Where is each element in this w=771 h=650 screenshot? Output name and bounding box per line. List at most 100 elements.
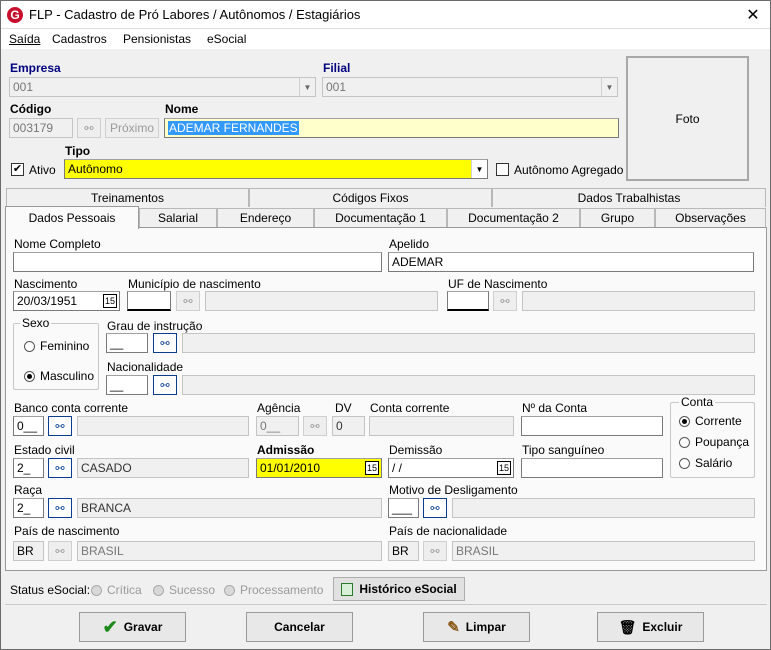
estado-civil-label: Estado civil <box>14 443 75 457</box>
tipo-label: Tipo <box>65 144 91 158</box>
uf-code-field[interactable] <box>447 291 489 311</box>
proximo-button[interactable]: Próximo <box>105 118 159 138</box>
calendar-icon[interactable]: 15 <box>103 294 117 308</box>
chevron-down-icon: ▼ <box>601 78 617 96</box>
tab-dados-trabalhistas[interactable]: Dados Trabalhistas <box>492 188 766 207</box>
window-title: FLP - Cadastro de Pró Labores / Autônomo… <box>29 7 361 22</box>
num-conta-field[interactable] <box>521 416 663 436</box>
menu-pensionistas[interactable]: Pensionistas <box>123 32 191 46</box>
binoculars-icon[interactable]: ⚯ <box>48 416 72 436</box>
tab-documentacao-1[interactable]: Documentação 1 <box>314 208 447 227</box>
motivo-code-field[interactable]: ___ <box>388 498 419 518</box>
empresa-select[interactable]: 001 ▼ <box>9 77 316 97</box>
tab-codigos-fixos[interactable]: Códigos Fixos <box>249 188 492 207</box>
pais-nac-label: País de nacionalidade <box>389 524 508 538</box>
gravar-button[interactable]: ✔ Gravar <box>79 612 186 642</box>
binoculars-icon[interactable]: ⚯ <box>48 541 72 561</box>
binoculars-icon[interactable]: ⚯ <box>48 498 72 518</box>
masculino-radio[interactable]: Masculino <box>24 369 94 383</box>
num-conta-label: Nº da Conta <box>522 401 588 415</box>
binoculars-icon[interactable]: ⚯ <box>303 416 327 436</box>
poupanca-radio[interactable]: Poupança <box>679 435 749 449</box>
binoculars-icon[interactable]: ⚯ <box>48 458 72 478</box>
status-critica: Crítica <box>91 583 142 597</box>
nacionalidade-label: Nacionalidade <box>107 360 184 374</box>
admissao-label: Admissão <box>257 443 315 457</box>
tipo-sanguineo-field[interactable] <box>521 458 663 478</box>
pais-nac-name-field: BRASIL <box>452 541 755 561</box>
tab-panel <box>5 227 767 571</box>
apelido-label: Apelido <box>389 237 430 251</box>
motivo-name-field <box>452 498 755 518</box>
binoculars-icon[interactable]: ⚯ <box>77 118 101 138</box>
limpar-button[interactable]: ✎ Limpar <box>423 612 530 642</box>
tab-dados-pessoais[interactable]: Dados Pessoais <box>5 206 139 229</box>
nome-completo-field[interactable] <box>13 252 382 272</box>
nascimento-field[interactable]: 20/03/1951 15 <box>13 291 120 311</box>
tipo-value: Autônomo <box>68 162 123 176</box>
close-icon[interactable]: ✕ <box>741 5 765 25</box>
cancelar-button[interactable]: Cancelar <box>246 612 353 642</box>
grau-code-field[interactable]: __ <box>106 333 148 353</box>
dv-field[interactable]: 0 <box>332 416 365 436</box>
status-sucesso: Sucesso <box>153 583 215 597</box>
agregado-checkbox[interactable] <box>496 163 509 176</box>
tab-documentacao-2[interactable]: Documentação 2 <box>447 208 580 227</box>
binoculars-icon[interactable]: ⚯ <box>153 375 177 395</box>
status-dot-icon <box>224 584 235 596</box>
uf-name-field <box>522 291 755 311</box>
check-icon: ✔ <box>102 616 118 637</box>
tipo-select[interactable]: Autônomo ▼ <box>64 159 488 179</box>
grau-label: Grau de instrução <box>107 319 203 333</box>
tab-observacoes[interactable]: Observações <box>655 208 766 227</box>
salario-radio[interactable]: Salário <box>679 456 732 470</box>
tipo-sanguineo-label: Tipo sanguíneo <box>522 443 605 457</box>
tab-endereco[interactable]: Endereço <box>217 208 314 227</box>
binoculars-icon[interactable]: ⚯ <box>153 333 177 353</box>
admissao-field[interactable]: 01/01/2010 15 <box>256 458 382 478</box>
window: G FLP - Cadastro de Pró Labores / Autôno… <box>0 0 771 650</box>
corrente-radio[interactable]: Corrente <box>679 414 742 428</box>
calendar-icon[interactable]: 15 <box>365 461 379 475</box>
binoculars-icon[interactable]: ⚯ <box>423 498 447 518</box>
demissao-field[interactable]: / / 15 <box>388 458 514 478</box>
nacionalidade-code-field[interactable]: __ <box>106 375 148 395</box>
agencia-field[interactable]: 0__ <box>256 416 299 436</box>
estado-civil-code-field[interactable]: 2_ <box>13 458 44 478</box>
binoculars-icon[interactable]: ⚯ <box>423 541 447 561</box>
codigo-field[interactable]: 003179 <box>9 118 73 138</box>
feminino-radio[interactable]: Feminino <box>24 339 89 353</box>
nome-field[interactable]: ADEMAR FERNANDES <box>164 118 619 138</box>
nome-completo-label: Nome Completo <box>14 237 101 251</box>
tab-treinamentos[interactable]: Treinamentos <box>6 188 249 207</box>
sexo-group: Sexo Feminino Masculino <box>13 316 99 390</box>
calendar-icon[interactable]: 15 <box>497 461 511 475</box>
pais-nasc-code-field[interactable]: BR <box>13 541 44 561</box>
nome-label: Nome <box>165 102 199 116</box>
menu-esocial[interactable]: eSocial <box>207 32 246 46</box>
conta-corrente-field[interactable] <box>369 416 514 436</box>
raca-code-field[interactable]: 2_ <box>13 498 44 518</box>
binoculars-icon[interactable]: ⚯ <box>176 291 200 311</box>
app-logo-icon: G <box>7 7 23 23</box>
motivo-label: Motivo de Desligamento <box>389 483 518 497</box>
trash-icon: 🗑 <box>618 618 637 635</box>
menu-cadastros[interactable]: Cadastros <box>52 32 107 46</box>
tab-grupo[interactable]: Grupo <box>580 208 655 227</box>
agencia-label: Agência <box>257 401 301 415</box>
binoculars-icon[interactable]: ⚯ <box>493 291 517 311</box>
ativo-checkbox[interactable]: ✔ <box>11 163 24 176</box>
pais-nac-code-field[interactable]: BR <box>388 541 419 561</box>
municipio-code-field[interactable] <box>127 291 171 311</box>
nacionalidade-name-field <box>182 375 755 395</box>
historico-esocial-button[interactable]: Histórico eSocial <box>333 577 465 601</box>
excluir-button[interactable]: 🗑 Excluir <box>597 612 704 642</box>
tab-salarial[interactable]: Salarial <box>139 208 217 227</box>
filial-label: Filial <box>323 61 351 75</box>
filial-select[interactable]: 001 ▼ <box>322 77 618 97</box>
menu-saida[interactable]: Saída <box>9 32 40 46</box>
apelido-field[interactable]: ADEMAR <box>388 252 754 272</box>
banco-code-field[interactable]: 0__ <box>13 416 44 436</box>
photo-frame[interactable]: Foto <box>626 56 749 181</box>
menu-bar: Saída Cadastros Pensionistas eSocial <box>1 29 770 49</box>
